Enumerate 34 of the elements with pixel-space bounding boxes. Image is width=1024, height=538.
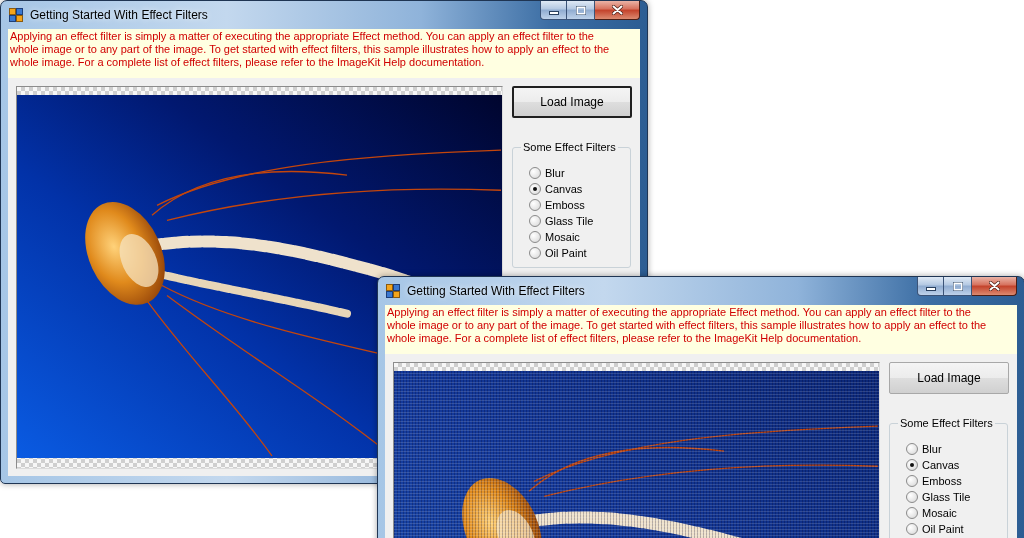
app-icon: [386, 284, 400, 298]
minimize-icon: [925, 286, 936, 291]
close-button[interactable]: [972, 277, 1017, 296]
close-button[interactable]: [595, 1, 640, 20]
minimize-icon: [548, 10, 559, 15]
load-image-button[interactable]: Load Image: [512, 86, 632, 118]
filter-option[interactable]: Blur: [906, 441, 1001, 457]
minimize-button[interactable]: [540, 1, 567, 20]
window-title: Getting Started With Effect Filters: [30, 7, 208, 24]
close-icon: [611, 5, 623, 15]
maximize-icon: [952, 281, 963, 291]
filter-option[interactable]: Emboss: [906, 473, 1001, 489]
group-title: Some Effect Filters: [522, 141, 617, 154]
filter-option[interactable]: Emboss: [529, 197, 624, 213]
description-text: Applying an effect filter is simply a matter of executing the appropriate Effect method. You can apply an effect filter to the whole image or to any part of the image. To get started with effect filters, this sample illustrates how to apply an effect to the whole image. For a complete list of effect filters, please refer to the ImageKit Help documentation.: [8, 29, 640, 78]
filter-option[interactable]: Blur: [529, 165, 624, 181]
maximize-icon: [575, 5, 586, 15]
group-title: Some Effect Filters: [899, 417, 994, 430]
filter-option[interactable]: Glass Tile: [529, 213, 624, 229]
app-icon: [9, 8, 23, 22]
minimize-button[interactable]: [917, 277, 944, 296]
filter-option[interactable]: Oil Paint: [906, 521, 1001, 537]
filter-option[interactable]: Canvas: [529, 181, 624, 197]
window-title: Getting Started With Effect Filters: [407, 283, 585, 300]
filter-option[interactable]: Canvas: [906, 457, 1001, 473]
description-text: Applying an effect filter is simply a matter of executing the appropriate Effect method. You can apply an effect filter to the whole image or to any part of the image. To get started with effect filters, this sample illustrates how to apply an effect to the whole image. For a complete list of effect filters, please refer to the ImageKit Help documentation.: [385, 305, 1017, 354]
maximize-button[interactable]: [567, 1, 595, 20]
load-image-button[interactable]: Load Image: [889, 362, 1009, 394]
maximize-button[interactable]: [944, 277, 972, 296]
filter-option[interactable]: Mosaic: [906, 505, 1001, 521]
filter-option[interactable]: Oil Paint: [529, 245, 624, 261]
filter-option[interactable]: Mosaic: [529, 229, 624, 245]
close-icon: [988, 281, 1000, 291]
filter-option[interactable]: Glass Tile: [906, 489, 1001, 505]
